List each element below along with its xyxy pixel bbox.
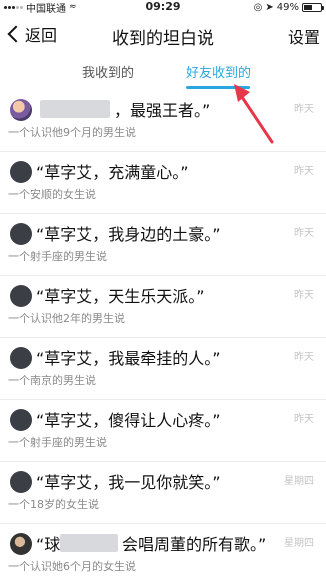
item-text: “草字艾，傻得让人心疼。” [36, 411, 221, 430]
item-time: 昨天 [294, 414, 314, 425]
list-item[interactable]: “球 会唱周董的所有歌。” 一个认识她6个月的女生说 星期四 [0, 524, 326, 582]
item-sub: 一个射手座的男生说 [8, 436, 107, 449]
item-sub: 一个18岁的女生说 [8, 498, 99, 511]
item-prefix: “球 [36, 535, 61, 554]
item-time: 昨天 [294, 352, 314, 363]
item-text: 会唱周董的所有歌。” [122, 535, 267, 554]
avatar[interactable] [10, 347, 32, 369]
item-sub: 一个认识她6个月的女生说 [8, 560, 136, 573]
item-text: “草字艾，我身边的土豪。” [36, 225, 221, 244]
blurred-name [60, 534, 118, 552]
item-time: 昨天 [294, 166, 314, 177]
status-bar: 中国联通 ≈ 09:29 ◎ ➤ 49% [0, 0, 326, 15]
avatar[interactable] [10, 223, 32, 245]
item-text: “草字艾，我最牵挂的人。” [36, 349, 221, 368]
list-item[interactable]: “草字艾，傻得让人心疼。” 一个射手座的男生说 昨天 [0, 400, 326, 462]
avatar[interactable] [10, 285, 32, 307]
avatar[interactable] [10, 99, 32, 121]
item-sub: 一个安顺的女生说 [8, 188, 96, 201]
avatar[interactable] [10, 471, 32, 493]
list-item[interactable]: “草字艾，天生乐天派。” 一个认识他2年的男生说 昨天 [0, 276, 326, 338]
item-text: “草字艾，天生乐天派。” [36, 287, 205, 306]
settings-button[interactable]: 设置 [288, 24, 320, 48]
tab-friends-received[interactable]: 好友收到的 [186, 62, 251, 81]
tab-my-received[interactable]: 我收到的 [82, 62, 134, 81]
status-right: ◎ ➤ 49% [253, 0, 324, 14]
item-sub: 一个射手座的男生说 [8, 250, 107, 263]
item-text: ，最强王者。” [114, 101, 211, 120]
nav-bar: 返回 收到的坦白说 设置 [0, 14, 326, 54]
item-sub: 一个南京的男生说 [8, 374, 96, 387]
item-time: 星期四 [284, 476, 314, 487]
list-item[interactable]: “草字艾，我一见你就笑。” 一个18岁的女生说 星期四 [0, 462, 326, 524]
location-icon: ➤ [265, 1, 274, 13]
tab-bar: 我收到的 好友收到的 [0, 56, 326, 90]
lock-rotation-icon: ◎ [253, 1, 263, 13]
active-tab-indicator [186, 86, 250, 89]
battery-percent: 49% [276, 1, 299, 13]
list-item[interactable]: ，最强王者。” 一个认识他9个月的男生说 昨天 [0, 90, 326, 152]
list-item[interactable]: “草字艾，我最牵挂的人。” 一个南京的男生说 昨天 [0, 338, 326, 400]
battery-icon [302, 2, 324, 12]
avatar[interactable] [10, 409, 32, 431]
item-text: “草字艾，充满童心。” [36, 163, 189, 182]
item-time: 昨天 [294, 228, 314, 239]
list-item[interactable]: “草字艾，我身边的土豪。” 一个射手座的男生说 昨天 [0, 214, 326, 276]
item-time: 昨天 [294, 104, 314, 115]
list-item[interactable]: “草字艾，充满童心。” 一个安顺的女生说 昨天 [0, 152, 326, 214]
item-sub: 一个认识他2年的男生说 [8, 312, 125, 325]
avatar[interactable] [10, 533, 32, 555]
item-sub: 一个认识他9个月的男生说 [8, 126, 136, 139]
confession-list: ，最强王者。” 一个认识他9个月的男生说 昨天 “草字艾，充满童心。” 一个安顺… [0, 90, 326, 582]
avatar[interactable] [10, 161, 32, 183]
item-time: 星期四 [284, 538, 314, 549]
item-text: “草字艾，我一见你就笑。” [36, 473, 221, 492]
blurred-name [40, 100, 110, 118]
item-time: 昨天 [294, 290, 314, 301]
page-title: 收到的坦白说 [112, 29, 214, 49]
